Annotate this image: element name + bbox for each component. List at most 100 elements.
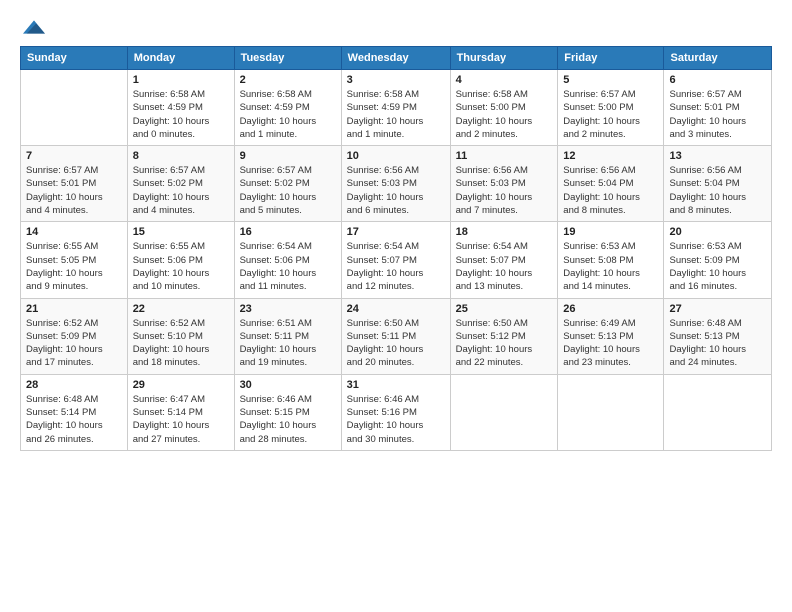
day-info: Sunrise: 6:46 AM Sunset: 5:15 PM Dayligh… <box>240 393 336 446</box>
day-info: Sunrise: 6:56 AM Sunset: 5:04 PM Dayligh… <box>563 164 658 217</box>
day-info: Sunrise: 6:50 AM Sunset: 5:12 PM Dayligh… <box>456 317 553 370</box>
day-info: Sunrise: 6:52 AM Sunset: 5:10 PM Dayligh… <box>133 317 229 370</box>
calendar-week-row: 7 Sunrise: 6:57 AM Sunset: 5:01 PM Daylig… <box>21 146 772 222</box>
day-info: Sunrise: 6:57 AM Sunset: 5:02 PM Dayligh… <box>240 164 336 217</box>
day-number: 26 <box>563 303 658 315</box>
calendar-cell <box>664 374 772 450</box>
day-number: 24 <box>347 303 445 315</box>
calendar-cell: 9 Sunrise: 6:57 AM Sunset: 5:02 PM Daylig… <box>234 146 341 222</box>
calendar-cell: 2 Sunrise: 6:58 AM Sunset: 4:59 PM Daylig… <box>234 70 341 146</box>
calendar-cell: 5 Sunrise: 6:57 AM Sunset: 5:00 PM Daylig… <box>558 70 664 146</box>
day-info: Sunrise: 6:54 AM Sunset: 5:07 PM Dayligh… <box>456 240 553 293</box>
calendar-cell: 10Sunrise: 6:56 AM Sunset: 5:03 PM Dayli… <box>341 146 450 222</box>
calendar-cell: 4 Sunrise: 6:58 AM Sunset: 5:00 PM Daylig… <box>450 70 558 146</box>
calendar-cell: 8 Sunrise: 6:57 AM Sunset: 5:02 PM Daylig… <box>127 146 234 222</box>
logo-icon <box>23 16 45 38</box>
day-info: Sunrise: 6:58 AM Sunset: 5:00 PM Dayligh… <box>456 88 553 141</box>
calendar-week-row: 1 Sunrise: 6:58 AM Sunset: 4:59 PM Daylig… <box>21 70 772 146</box>
day-info: Sunrise: 6:50 AM Sunset: 5:11 PM Dayligh… <box>347 317 445 370</box>
day-info: Sunrise: 6:58 AM Sunset: 4:59 PM Dayligh… <box>347 88 445 141</box>
calendar-cell: 11 Sunrise: 6:56 AM Sunset: 5:03 PM Dayli… <box>450 146 558 222</box>
day-info: Sunrise: 6:54 AM Sunset: 5:06 PM Dayligh… <box>240 240 336 293</box>
day-number: 6 <box>669 74 766 86</box>
day-number: 31 <box>347 379 445 391</box>
calendar-cell <box>450 374 558 450</box>
day-number: 15 <box>133 226 229 238</box>
day-info: Sunrise: 6:53 AM Sunset: 5:09 PM Dayligh… <box>669 240 766 293</box>
calendar-week-row: 14 Sunrise: 6:55 AM Sunset: 5:05 PM Dayli… <box>21 222 772 298</box>
calendar-cell: 28Sunrise: 6:48 AM Sunset: 5:14 PM Dayli… <box>21 374 128 450</box>
logo <box>20 16 45 38</box>
day-info: Sunrise: 6:52 AM Sunset: 5:09 PM Dayligh… <box>26 317 122 370</box>
day-number: 10 <box>347 150 445 162</box>
day-number: 7 <box>26 150 122 162</box>
calendar-cell: 14 Sunrise: 6:55 AM Sunset: 5:05 PM Dayli… <box>21 222 128 298</box>
day-number: 2 <box>240 74 336 86</box>
calendar-day-header: Saturday <box>664 47 772 70</box>
calendar-day-header: Wednesday <box>341 47 450 70</box>
calendar-cell: 30 Sunrise: 6:46 AM Sunset: 5:15 PM Dayli… <box>234 374 341 450</box>
day-number: 19 <box>563 226 658 238</box>
calendar-cell: 17 Sunrise: 6:54 AM Sunset: 5:07 PM Dayli… <box>341 222 450 298</box>
day-info: Sunrise: 6:49 AM Sunset: 5:13 PM Dayligh… <box>563 317 658 370</box>
day-info: Sunrise: 6:51 AM Sunset: 5:11 PM Dayligh… <box>240 317 336 370</box>
calendar-cell: 12 Sunrise: 6:56 AM Sunset: 5:04 PM Dayli… <box>558 146 664 222</box>
day-number: 8 <box>133 150 229 162</box>
day-number: 3 <box>347 74 445 86</box>
day-info: Sunrise: 6:57 AM Sunset: 5:02 PM Dayligh… <box>133 164 229 217</box>
day-info: Sunrise: 6:56 AM Sunset: 5:04 PM Dayligh… <box>669 164 766 217</box>
day-number: 9 <box>240 150 336 162</box>
day-number: 30 <box>240 379 336 391</box>
calendar-cell: 3 Sunrise: 6:58 AM Sunset: 4:59 PM Daylig… <box>341 70 450 146</box>
day-number: 12 <box>563 150 658 162</box>
calendar-day-header: Monday <box>127 47 234 70</box>
day-info: Sunrise: 6:48 AM Sunset: 5:14 PM Dayligh… <box>26 393 122 446</box>
calendar-cell: 31 Sunrise: 6:46 AM Sunset: 5:16 PM Dayli… <box>341 374 450 450</box>
calendar-cell: 19 Sunrise: 6:53 AM Sunset: 5:08 PM Dayli… <box>558 222 664 298</box>
day-number: 27 <box>669 303 766 315</box>
day-info: Sunrise: 6:54 AM Sunset: 5:07 PM Dayligh… <box>347 240 445 293</box>
day-number: 18 <box>456 226 553 238</box>
day-info: Sunrise: 6:56 AM Sunset: 5:03 PM Dayligh… <box>456 164 553 217</box>
day-number: 4 <box>456 74 553 86</box>
day-info: Sunrise: 6:47 AM Sunset: 5:14 PM Dayligh… <box>133 393 229 446</box>
logo-text <box>20 16 45 38</box>
calendar-day-header: Thursday <box>450 47 558 70</box>
day-info: Sunrise: 6:58 AM Sunset: 4:59 PM Dayligh… <box>240 88 336 141</box>
calendar-cell <box>21 70 128 146</box>
calendar-cell <box>558 374 664 450</box>
day-info: Sunrise: 6:55 AM Sunset: 5:06 PM Dayligh… <box>133 240 229 293</box>
calendar-cell: 25Sunrise: 6:50 AM Sunset: 5:12 PM Dayli… <box>450 298 558 374</box>
calendar-cell: 23 Sunrise: 6:51 AM Sunset: 5:11 PM Dayli… <box>234 298 341 374</box>
calendar-cell: 7 Sunrise: 6:57 AM Sunset: 5:01 PM Daylig… <box>21 146 128 222</box>
day-info: Sunrise: 6:46 AM Sunset: 5:16 PM Dayligh… <box>347 393 445 446</box>
calendar-cell: 24 Sunrise: 6:50 AM Sunset: 5:11 PM Dayli… <box>341 298 450 374</box>
day-number: 20 <box>669 226 766 238</box>
day-info: Sunrise: 6:55 AM Sunset: 5:05 PM Dayligh… <box>26 240 122 293</box>
calendar-cell: 27 Sunrise: 6:48 AM Sunset: 5:13 PM Dayli… <box>664 298 772 374</box>
day-number: 11 <box>456 150 553 162</box>
day-info: Sunrise: 6:57 AM Sunset: 5:01 PM Dayligh… <box>669 88 766 141</box>
day-number: 13 <box>669 150 766 162</box>
calendar-cell: 16 Sunrise: 6:54 AM Sunset: 5:06 PM Dayli… <box>234 222 341 298</box>
day-number: 17 <box>347 226 445 238</box>
calendar-cell: 20 Sunrise: 6:53 AM Sunset: 5:09 PM Dayli… <box>664 222 772 298</box>
header <box>20 16 772 38</box>
day-number: 5 <box>563 74 658 86</box>
day-info: Sunrise: 6:53 AM Sunset: 5:08 PM Dayligh… <box>563 240 658 293</box>
day-info: Sunrise: 6:57 AM Sunset: 5:01 PM Dayligh… <box>26 164 122 217</box>
calendar-day-header: Friday <box>558 47 664 70</box>
calendar-cell: 15 Sunrise: 6:55 AM Sunset: 5:06 PM Dayli… <box>127 222 234 298</box>
day-number: 22 <box>133 303 229 315</box>
calendar-cell: 1Sunrise: 6:58 AM Sunset: 4:59 PM Daylig… <box>127 70 234 146</box>
calendar-header-row: SundayMondayTuesdayWednesdayThursdayFrid… <box>21 47 772 70</box>
day-number: 1 <box>133 74 229 86</box>
calendar-day-header: Tuesday <box>234 47 341 70</box>
day-info: Sunrise: 6:57 AM Sunset: 5:00 PM Dayligh… <box>563 88 658 141</box>
day-number: 14 <box>26 226 122 238</box>
calendar-cell: 6 Sunrise: 6:57 AM Sunset: 5:01 PM Daylig… <box>664 70 772 146</box>
day-number: 16 <box>240 226 336 238</box>
calendar-cell: 21Sunrise: 6:52 AM Sunset: 5:09 PM Dayli… <box>21 298 128 374</box>
day-number: 23 <box>240 303 336 315</box>
day-info: Sunrise: 6:48 AM Sunset: 5:13 PM Dayligh… <box>669 317 766 370</box>
